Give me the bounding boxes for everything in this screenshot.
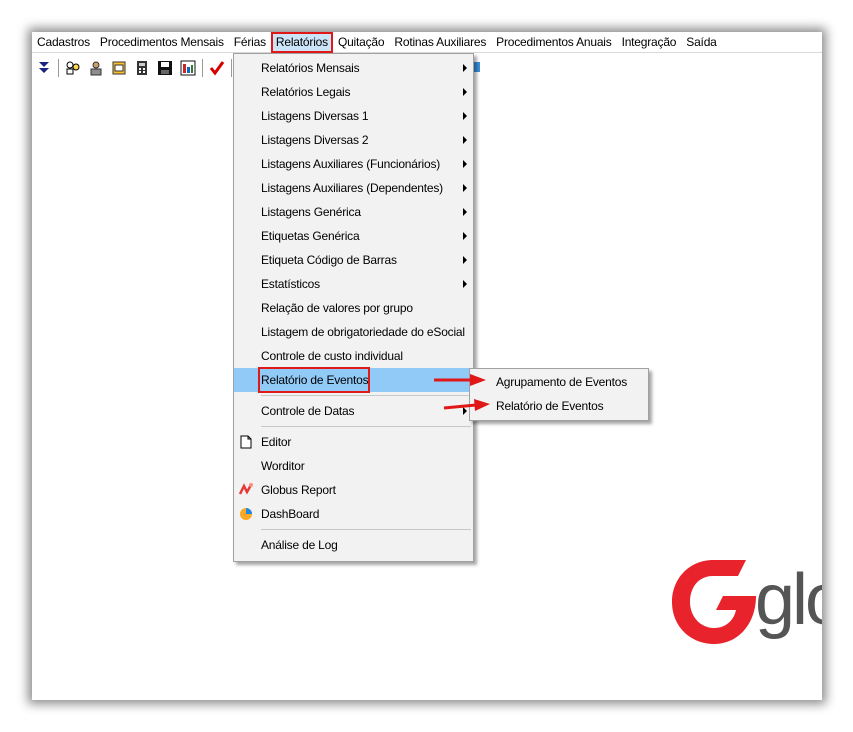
menu-item-estatisticos[interactable]: Estatísticos [234, 272, 473, 296]
menu-item-relatorios-mensais[interactable]: Relatórios Mensais [234, 56, 473, 80]
double-chevron-down-icon[interactable] [34, 58, 54, 78]
menu-quitacao[interactable]: Quitação [333, 32, 389, 53]
menu-separator [234, 392, 473, 399]
menu-item-label: Relação de valores por grupo [261, 301, 413, 315]
toolbar-separator [58, 59, 59, 77]
application-window: Cadastros Procedimentos Mensais Férias R… [32, 32, 822, 700]
toolbar-separator [231, 59, 232, 77]
menu-item-label: Estatísticos [261, 277, 320, 291]
pie-chart-icon [238, 506, 254, 522]
menu-item-relacao-de-valores-por-grupo[interactable]: Relação de valores por grupo [234, 296, 473, 320]
menu-item-label: Etiqueta Código de Barras [261, 253, 397, 267]
globus-report-icon [238, 482, 254, 498]
menu-item-label: Controle de Datas [261, 404, 355, 418]
menu-item-listagens-generica[interactable]: Listagens Genérica [234, 200, 473, 224]
relatorios-dropdown-menu: Relatórios Mensais Relatórios Legais Lis… [233, 53, 474, 562]
user-gear-icon[interactable] [86, 58, 106, 78]
calculator-icon[interactable] [132, 58, 152, 78]
menu-item-label: Relatórios Mensais [261, 61, 360, 75]
menu-item-globus-report[interactable]: Globus Report [234, 478, 473, 502]
menu-item-label: Análise de Log [261, 538, 338, 552]
submenu-item-relatorio-de-eventos[interactable]: Relatório de Eventos [470, 394, 648, 418]
submenu-arrow-icon [463, 184, 467, 192]
menu-item-label: Listagem de obrigatoriedade do eSocial [261, 325, 465, 339]
menu-separator [234, 423, 473, 430]
submenu-arrow-icon [463, 160, 467, 168]
menu-item-label: Relatórios Legais [261, 85, 351, 99]
save-floppy-icon[interactable] [155, 58, 175, 78]
menu-item-editor[interactable]: Editor [234, 430, 473, 454]
menu-item-analise-de-log[interactable]: Análise de Log [234, 533, 473, 557]
menu-item-controle-de-custo-individual[interactable]: Controle de custo individual [234, 344, 473, 368]
toolbar-separator [202, 59, 203, 77]
menu-relatorios[interactable]: Relatórios [270, 32, 333, 53]
menu-item-label: Controle de custo individual [261, 349, 403, 363]
menu-item-relatorios-legais[interactable]: Relatórios Legais [234, 80, 473, 104]
menu-item-label: Listagens Diversas 1 [261, 109, 369, 123]
menu-item-listagens-auxiliares-funcionarios[interactable]: Listagens Auxiliares (Funcionários) [234, 152, 473, 176]
menu-item-label: Worditor [261, 459, 305, 473]
menu-item-label: Globus Report [261, 483, 336, 497]
menu-item-label: Etiquetas Genérica [261, 229, 360, 243]
menu-item-listagens-diversas-2[interactable]: Listagens Diversas 2 [234, 128, 473, 152]
menu-separator [234, 526, 473, 533]
menu-procedimentos-anuais[interactable]: Procedimentos Anuais [491, 32, 616, 53]
menu-item-listagens-auxiliares-dependentes[interactable]: Listagens Auxiliares (Dependentes) [234, 176, 473, 200]
menu-item-label: Listagens Auxiliares (Funcionários) [261, 157, 441, 171]
submenu-item-agrupamento-de-eventos[interactable]: Agrupamento de Eventos [470, 370, 648, 394]
checkmark-icon[interactable] [207, 58, 227, 78]
menu-item-label: Listagens Auxiliares (Dependentes) [261, 181, 443, 195]
submenu-arrow-icon [463, 280, 467, 288]
menu-saida[interactable]: Saída [681, 32, 721, 53]
submenu-arrow-icon [463, 112, 467, 120]
menu-item-label: Relatório de Eventos [261, 373, 369, 387]
toolbar [32, 56, 259, 80]
submenu-arrow-icon [463, 232, 467, 240]
menu-ferias[interactable]: Férias [229, 32, 271, 53]
menu-procedimentos-mensais[interactable]: Procedimentos Mensais [95, 32, 229, 53]
people-icon[interactable] [63, 58, 83, 78]
menu-rotinas-auxiliares[interactable]: Rotinas Auxiliares [389, 32, 491, 53]
report-grid-icon[interactable] [178, 58, 198, 78]
menu-item-label: Editor [261, 435, 292, 449]
menu-item-listagem-obrigatoriedade-esocial[interactable]: Listagem de obrigatoriedade do eSocial [234, 320, 473, 344]
menu-item-dashboard[interactable]: DashBoard [234, 502, 473, 526]
submenu-arrow-icon [463, 64, 467, 72]
menu-item-etiquetas-generica[interactable]: Etiquetas Genérica [234, 224, 473, 248]
document-icon [238, 434, 254, 450]
submenu-arrow-icon [463, 256, 467, 264]
annotation-arrow-1 [432, 372, 488, 391]
annotation-arrow-2 [442, 398, 492, 417]
relatorio-de-eventos-submenu: Agrupamento de Eventos Relatório de Even… [469, 368, 649, 421]
menu-item-listagens-diversas-1[interactable]: Listagens Diversas 1 [234, 104, 473, 128]
menu-bar: Cadastros Procedimentos Mensais Férias R… [32, 32, 822, 53]
menu-cadastros[interactable]: Cadastros [32, 32, 95, 53]
menu-integracao[interactable]: Integração [617, 32, 682, 53]
menu-item-controle-de-datas[interactable]: Controle de Datas [234, 399, 473, 423]
folder-form-icon[interactable] [109, 58, 129, 78]
menu-item-etiqueta-codigo-de-barras[interactable]: Etiqueta Código de Barras [234, 248, 473, 272]
submenu-arrow-icon [463, 88, 467, 96]
submenu-arrow-icon [463, 208, 467, 216]
menu-item-worditor[interactable]: Worditor [234, 454, 473, 478]
logo-wordmark: glo [755, 560, 822, 640]
menu-item-label: DashBoard [261, 507, 320, 521]
submenu-arrow-icon [463, 136, 467, 144]
menu-item-label: Listagens Genérica [261, 205, 361, 219]
menu-item-label: Listagens Diversas 2 [261, 133, 369, 147]
